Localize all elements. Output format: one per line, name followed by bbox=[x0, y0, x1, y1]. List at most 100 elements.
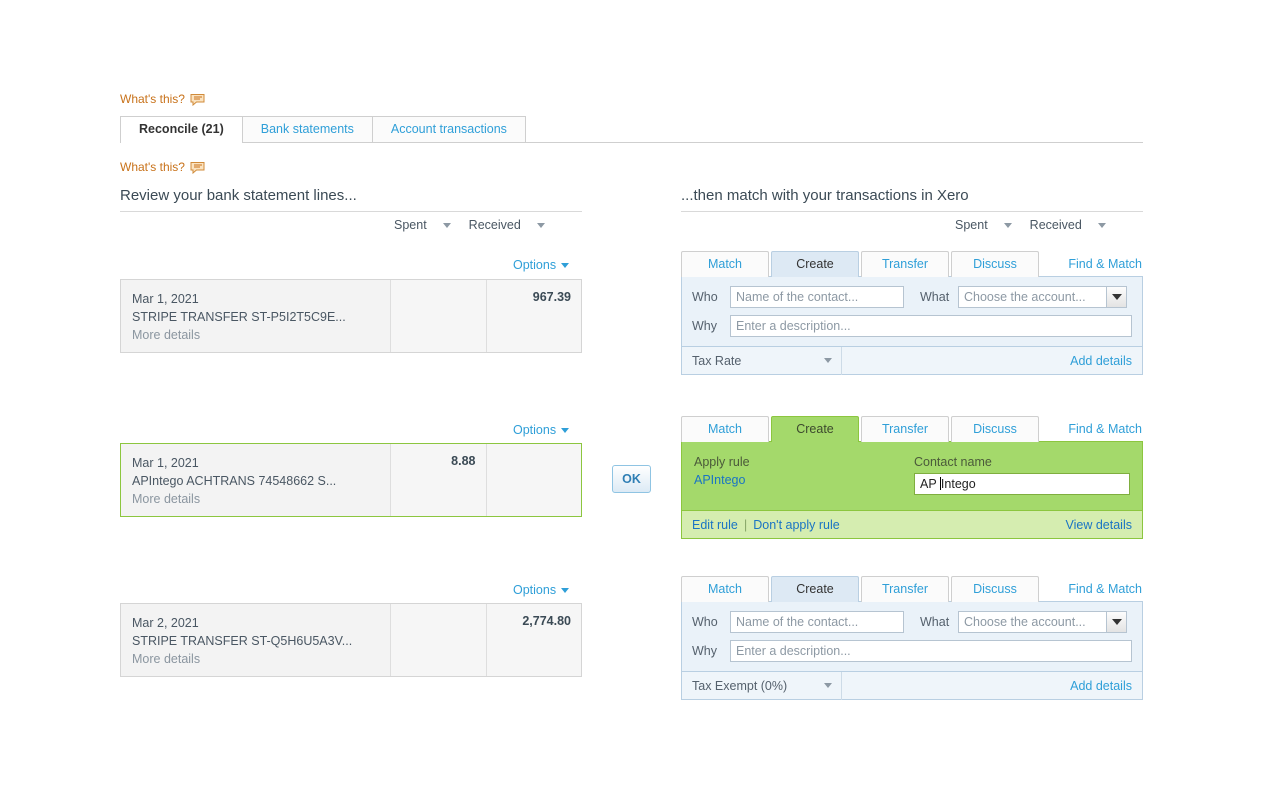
contact-name-label: Contact name bbox=[914, 455, 992, 469]
statement-received-cell bbox=[486, 444, 581, 516]
statement-spent-cell bbox=[391, 604, 487, 676]
statement-date: Mar 1, 2021 bbox=[132, 292, 199, 306]
main-tabs: Reconcile (21) Bank statements Account t… bbox=[120, 116, 1143, 143]
panel-1-tab-discuss[interactable]: Discuss bbox=[951, 251, 1039, 277]
panel-1-tab-match[interactable]: Match bbox=[681, 251, 769, 277]
table-row[interactable]: Mar 1, 2021 STRIPE TRANSFER ST-P5I2T5C9E… bbox=[120, 279, 582, 353]
panel-1-why-row: Why Enter a description... bbox=[692, 315, 1132, 337]
contact-name-input[interactable]: AP Intego bbox=[914, 473, 1130, 495]
more-details-link[interactable]: More details bbox=[132, 326, 390, 344]
panel-1-what-input[interactable]: Choose the account... bbox=[958, 286, 1106, 308]
panel-1-tax-rate-value: Tax Rate bbox=[692, 353, 742, 368]
panel-1-who-input[interactable]: Name of the contact... bbox=[730, 286, 904, 308]
chevron-down-icon bbox=[561, 587, 570, 593]
options-label: Options bbox=[513, 258, 557, 272]
whats-this-top[interactable]: What's this? bbox=[120, 92, 205, 106]
chevron-down-icon bbox=[442, 222, 451, 228]
right-spent-header[interactable]: Spent bbox=[955, 218, 1012, 232]
tab-reconcile[interactable]: Reconcile (21) bbox=[120, 116, 243, 143]
table-row[interactable]: Mar 2, 2021 STRIPE TRANSFER ST-Q5H6U5A3V… bbox=[120, 603, 582, 677]
speech-bubble-icon bbox=[190, 161, 205, 174]
options-link-3[interactable]: Options bbox=[513, 583, 570, 597]
options-link-1[interactable]: Options bbox=[513, 258, 570, 272]
left-heading-divider bbox=[120, 211, 582, 212]
statement-description-cell: Mar 1, 2021 STRIPE TRANSFER ST-P5I2T5C9E… bbox=[121, 280, 391, 352]
apply-rule-footer: Edit rule | Don't apply rule View detail… bbox=[681, 511, 1143, 539]
chevron-down-icon[interactable] bbox=[1106, 611, 1127, 633]
footer-separator: | bbox=[743, 517, 748, 532]
right-received-label: Received bbox=[1029, 218, 1082, 232]
more-details-link[interactable]: More details bbox=[132, 490, 390, 508]
apply-rule-left: Apply rule APIntego bbox=[694, 453, 914, 495]
dont-apply-rule-link[interactable]: Don't apply rule bbox=[753, 518, 839, 532]
ok-button[interactable]: OK bbox=[612, 465, 651, 493]
tab-account-transactions-label: Account transactions bbox=[390, 122, 507, 136]
panel-3-tab-transfer[interactable]: Transfer bbox=[861, 576, 949, 602]
whats-this-second-label: What's this? bbox=[120, 160, 185, 174]
edit-rule-link[interactable]: Edit rule bbox=[692, 518, 738, 532]
whats-this-second[interactable]: What's this? bbox=[120, 160, 205, 174]
panel-1-tab-create[interactable]: Create bbox=[771, 251, 859, 277]
panel-1-who-label: Who bbox=[692, 290, 718, 304]
panel-2-tab-transfer[interactable]: Transfer bbox=[861, 416, 949, 442]
speech-bubble-icon bbox=[190, 93, 205, 106]
tab-bank-statements-label: Bank statements bbox=[260, 122, 354, 136]
panel-1-tax-rate-select[interactable]: Tax Rate bbox=[682, 346, 842, 375]
statement-received-cell: 2,774.80 bbox=[486, 604, 581, 676]
panel-1-why-input[interactable]: Enter a description... bbox=[730, 315, 1132, 337]
statement-date: Mar 2, 2021 bbox=[132, 616, 199, 630]
panel-3-why-input[interactable]: Enter a description... bbox=[730, 640, 1132, 662]
panel-1-tab-transfer[interactable]: Transfer bbox=[861, 251, 949, 277]
view-details-link[interactable]: View details bbox=[1066, 518, 1132, 532]
panel-3-tab-discuss[interactable]: Discuss bbox=[951, 576, 1039, 602]
panel-3-tabs: Match Create Transfer Discuss Find & Mat… bbox=[681, 576, 1143, 602]
chevron-down-icon[interactable] bbox=[1106, 286, 1127, 308]
panel-3-tax-rate-value: Tax Exempt (0%) bbox=[692, 678, 788, 693]
panel-3-add-details-link[interactable]: Add details bbox=[1070, 679, 1142, 693]
panel-1-why-label: Why bbox=[692, 319, 717, 333]
right-heading-divider bbox=[681, 211, 1143, 212]
left-spent-header[interactable]: Spent bbox=[394, 218, 451, 232]
panel-3-who-input[interactable]: Name of the contact... bbox=[730, 611, 904, 633]
left-amount-headers: Spent Received bbox=[394, 218, 545, 232]
apply-rule-name-link[interactable]: APIntego bbox=[694, 471, 914, 489]
panel-1-body: Who Name of the contact... What Choose t… bbox=[681, 276, 1143, 347]
panel-2-tab-match[interactable]: Match bbox=[681, 416, 769, 442]
panel-2-tab-discuss[interactable]: Discuss bbox=[951, 416, 1039, 442]
panel-3-what-input[interactable]: Choose the account... bbox=[958, 611, 1106, 633]
panel-1-what-label: What bbox=[920, 290, 950, 304]
statement-spent-cell bbox=[391, 280, 487, 352]
tab-account-transactions[interactable]: Account transactions bbox=[371, 116, 526, 142]
contact-name-value-after: Intego bbox=[940, 477, 976, 491]
match-panel-2-rule: Match Create Transfer Discuss Find & Mat… bbox=[681, 416, 1143, 540]
apply-rule-right: Contact name AP Intego bbox=[914, 453, 1130, 495]
more-details-link[interactable]: More details bbox=[132, 650, 390, 668]
contact-name-value-before: AP bbox=[920, 477, 940, 491]
panel-1-what-combo: Choose the account... bbox=[958, 286, 1127, 308]
left-received-header[interactable]: Received bbox=[469, 218, 545, 232]
panel-3-who-row: Who Name of the contact... What Choose t… bbox=[692, 611, 1132, 633]
table-row[interactable]: Mar 1, 2021 APIntego ACHTRANS 74548662 S… bbox=[120, 443, 582, 517]
right-amount-headers: Spent Received bbox=[955, 218, 1106, 232]
panel-2-find-and-match-link[interactable]: Find & Match bbox=[1068, 417, 1143, 442]
panel-3-footer: Tax Exempt (0%) Add details bbox=[681, 671, 1143, 700]
chevron-down-icon bbox=[824, 683, 832, 688]
panel-1-find-and-match-link[interactable]: Find & Match bbox=[1068, 252, 1143, 277]
statement-received-cell: 967.39 bbox=[486, 280, 581, 352]
match-panel-1: Match Create Transfer Discuss Find & Mat… bbox=[681, 251, 1143, 376]
statement-detail: APIntego ACHTRANS 74548662 S... bbox=[132, 474, 337, 488]
panel-1-add-details-link[interactable]: Add details bbox=[1070, 354, 1142, 368]
panel-3-find-and-match-link[interactable]: Find & Match bbox=[1068, 577, 1143, 602]
tab-bank-statements[interactable]: Bank statements bbox=[241, 116, 373, 142]
options-link-2[interactable]: Options bbox=[513, 423, 570, 437]
statement-date: Mar 1, 2021 bbox=[132, 456, 199, 470]
panel-2-tab-create[interactable]: Create bbox=[771, 416, 859, 442]
panel-3-tab-create[interactable]: Create bbox=[771, 576, 859, 602]
left-received-label: Received bbox=[468, 218, 521, 232]
left-column-heading: Review your bank statement lines... bbox=[120, 187, 357, 204]
panel-3-tab-match[interactable]: Match bbox=[681, 576, 769, 602]
panel-3-what-label: What bbox=[920, 615, 950, 629]
right-received-header[interactable]: Received bbox=[1030, 218, 1106, 232]
chevron-down-icon bbox=[1003, 222, 1012, 228]
panel-3-tax-rate-select[interactable]: Tax Exempt (0%) bbox=[682, 671, 842, 700]
